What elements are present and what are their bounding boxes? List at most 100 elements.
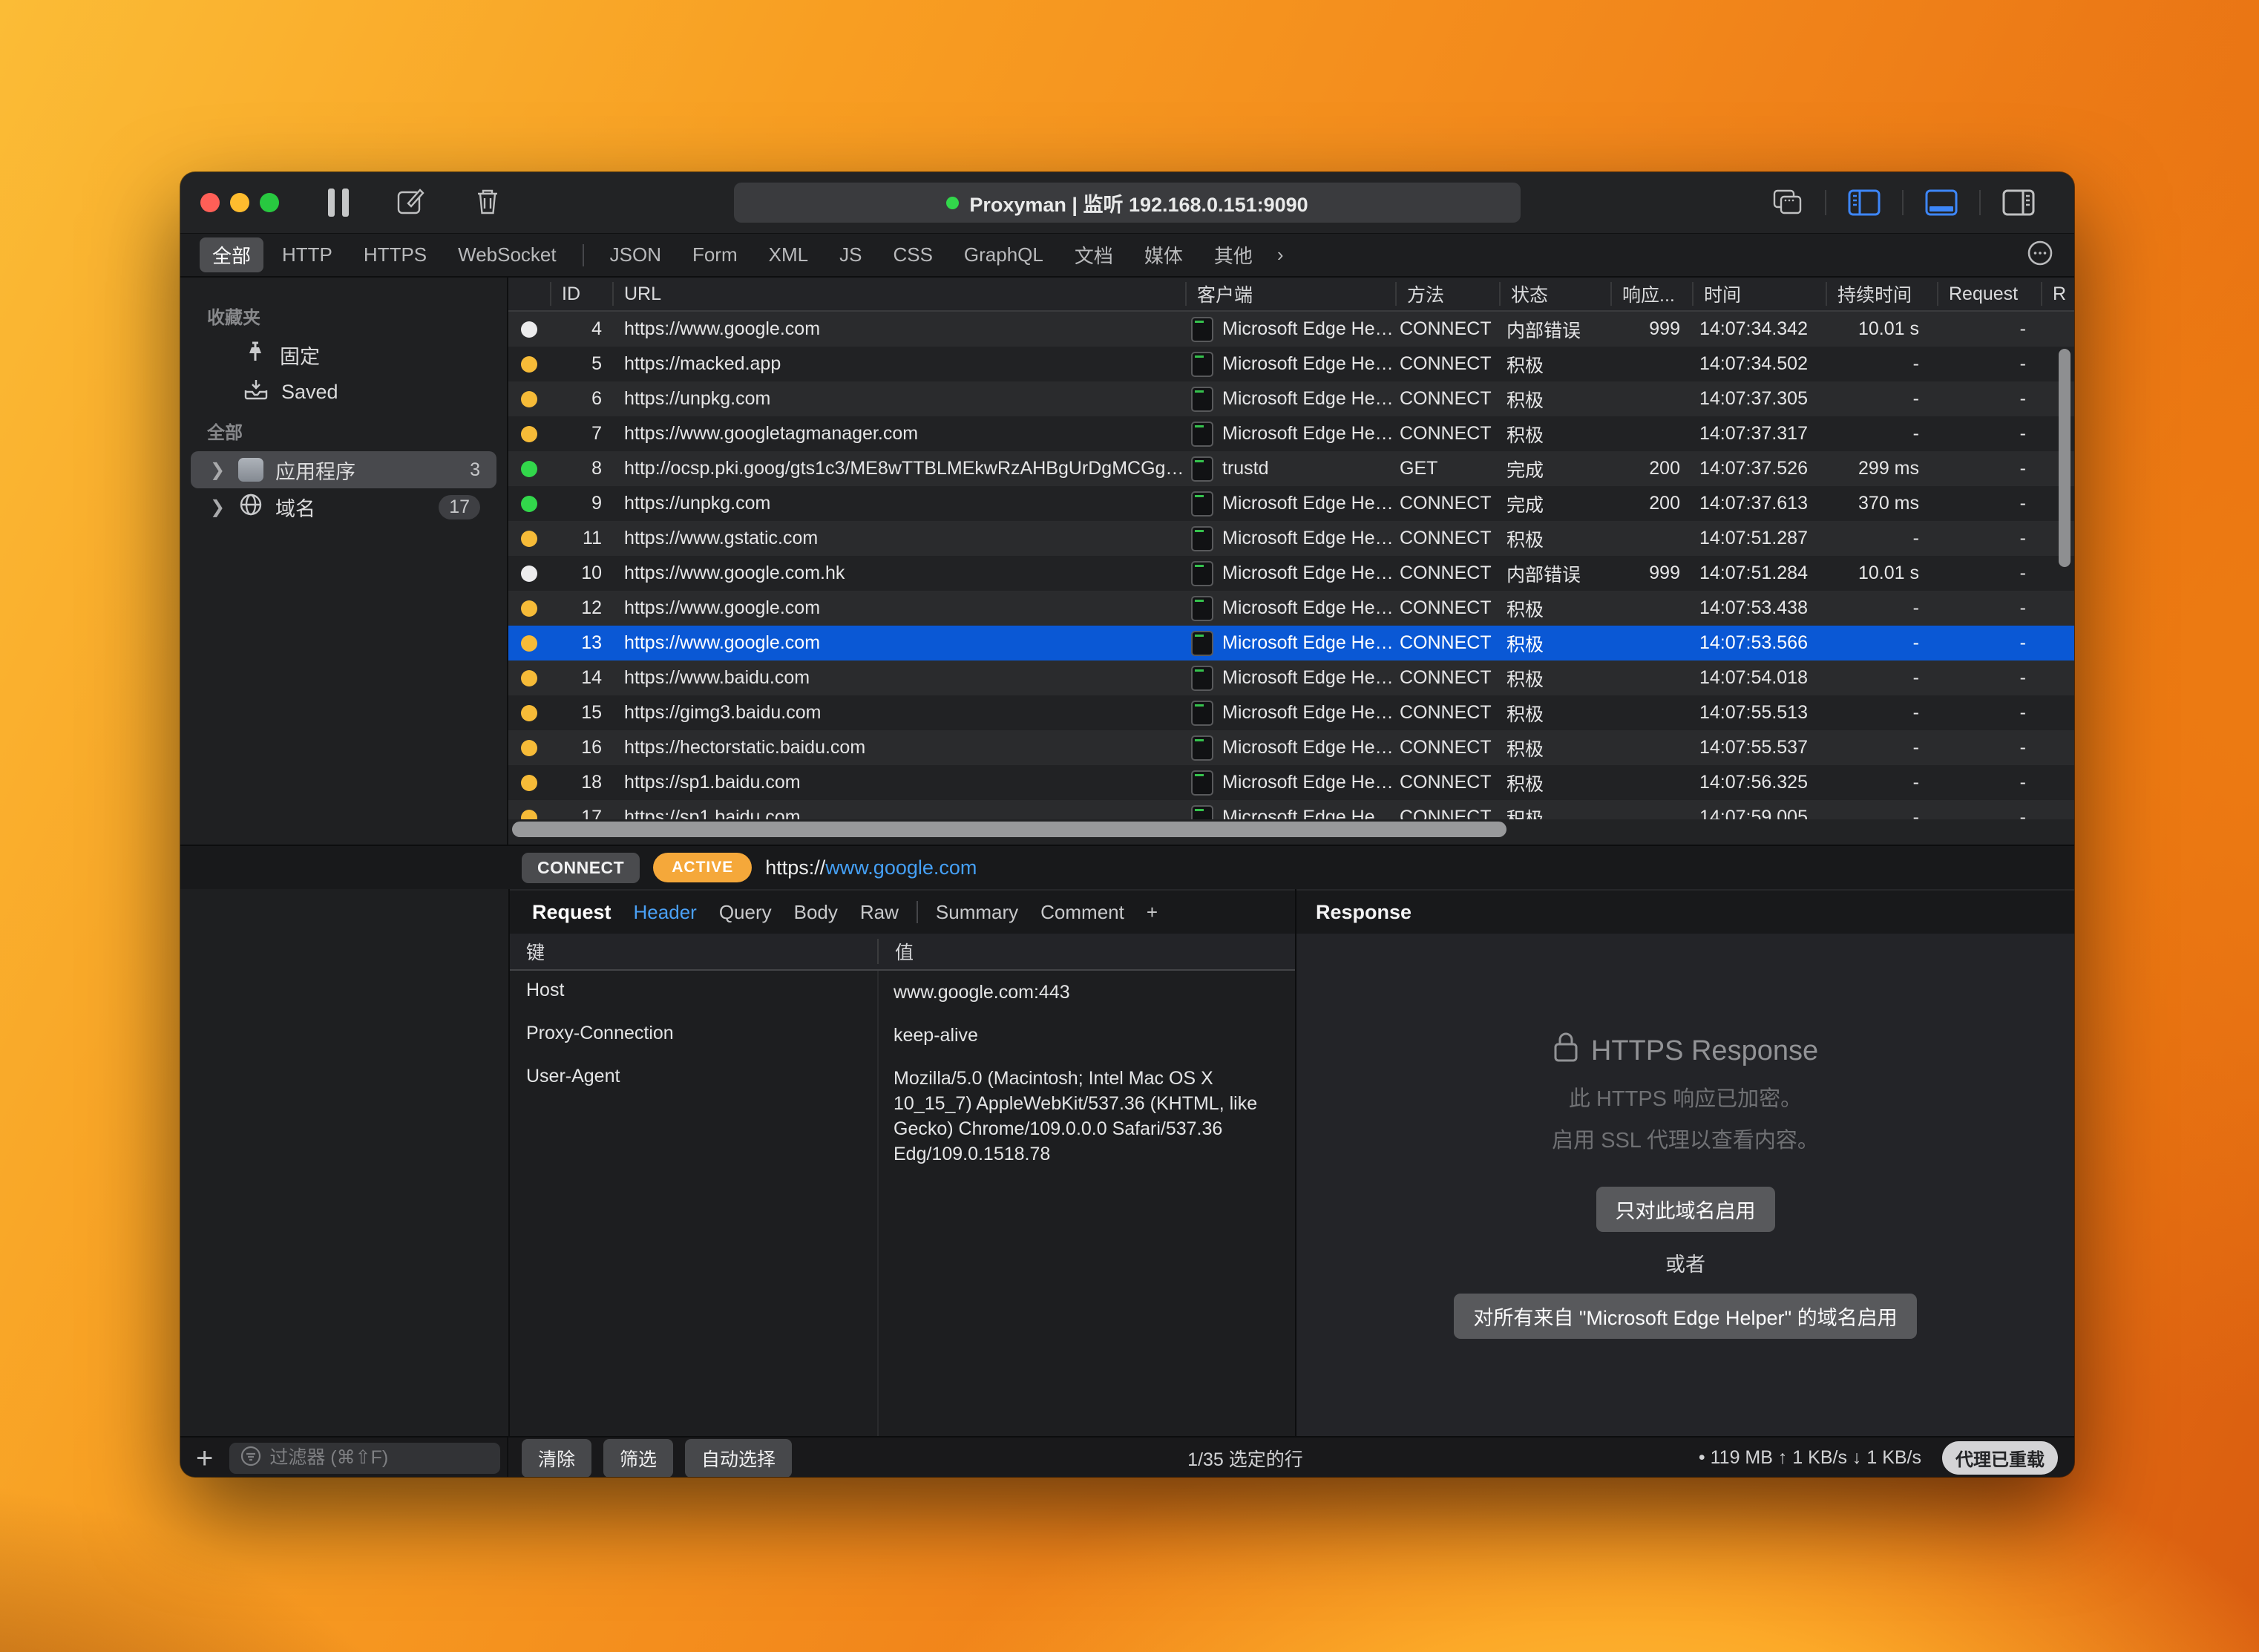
row-client: Microsoft Edge Help... [1185,631,1395,656]
header-row[interactable]: User-AgentMozilla/5.0 (Macintosh; Intel … [510,1057,1295,1176]
auto-select-button[interactable]: 自动选择 [685,1439,792,1478]
row-client: Microsoft Edge Help... [1185,491,1395,517]
detail-url-host[interactable]: www.google.com [825,856,977,879]
column-header[interactable]: 持续时间 [1826,282,1937,306]
table-row[interactable]: 8http://ocsp.pki.goog/gts1c3/ME8wTTBLMEk… [508,451,2074,486]
table-row[interactable]: 13https://www.google.comMicrosoft Edge H… [508,626,2074,661]
table-row[interactable]: 5https://macked.appMicrosoft Edge Help..… [508,347,2074,381]
compose-icon[interactable] [395,186,426,220]
tab-media[interactable]: 媒体 [1132,237,1196,272]
tab-other[interactable]: 其他 [1201,237,1265,272]
tab-http[interactable]: HTTP [269,240,345,270]
table-row[interactable]: 10https://www.google.com.hkMicrosoft Edg… [508,556,2074,591]
tab-xml[interactable]: XML [756,240,821,270]
table-row[interactable]: 4https://www.google.comMicrosoft Edge He… [508,312,2074,347]
tab-https[interactable]: HTTPS [351,240,439,270]
request-tab-request[interactable]: Request [523,898,620,927]
client-name: Microsoft Edge Help... [1222,737,1395,758]
row-cell: - [1937,772,2041,793]
tab-more[interactable]: › [1271,243,1290,266]
table-row[interactable]: 6https://unpkg.comMicrosoft Edge Help...… [508,381,2074,416]
pause-icon[interactable] [328,189,349,217]
request-tab-header[interactable]: Header [625,898,706,927]
table-row[interactable]: 9https://unpkg.comMicrosoft Edge Help...… [508,486,2074,521]
filter-input[interactable] [269,1447,490,1469]
client-name: Microsoft Edge Help... [1222,493,1395,514]
column-header[interactable]: Request [1937,282,2041,306]
tab-docs[interactable]: 文档 [1062,237,1126,272]
row-cell: CONNECT [1395,632,1499,654]
applications-count-badge: 3 [470,459,480,481]
sidebar-item-saved[interactable]: Saved [191,373,496,410]
header-row[interactable]: Hostwww.google.com:443 [510,971,1295,1014]
tab-separator [917,901,918,923]
row-cell: 14 [550,667,612,689]
header-row[interactable]: Proxy-Connectionkeep-alive [510,1014,1295,1057]
tab-form[interactable]: Form [680,240,750,270]
tab-js[interactable]: JS [827,240,874,270]
toggle-left-sidebar-icon[interactable] [1826,189,1902,217]
table-row[interactable]: 7https://www.googletagmanager.comMicroso… [508,416,2074,451]
row-cell: https://unpkg.com [612,388,1185,410]
table-row[interactable]: 17https://sp1.baidu.comMicrosoft Edge He… [508,800,2074,819]
vertical-scrollbar[interactable] [2059,349,2071,567]
column-header[interactable]: 客户端 [1185,282,1395,306]
request-tab-summary[interactable]: Summary [927,898,1027,927]
add-filter-button[interactable]: + [196,1443,213,1473]
row-cell: 9 [550,493,612,514]
request-tab-add-tab[interactable]: + [1138,898,1167,927]
row-client: Microsoft Edge Help... [1185,666,1395,691]
column-header[interactable]: URL [612,282,1185,306]
minimize-button[interactable] [230,193,249,212]
client-app-icon [1191,526,1213,551]
request-tab-body[interactable]: Body [785,898,847,927]
sidebar-filter-field[interactable] [229,1443,500,1474]
filter-button[interactable]: 筛选 [603,1439,673,1478]
toggle-right-sidebar-icon[interactable] [1981,189,2056,217]
row-cell: - [1826,737,1937,758]
table-row[interactable]: 11https://www.gstatic.comMicrosoft Edge … [508,521,2074,556]
horizontal-scrollbar[interactable] [512,822,1506,837]
table-row[interactable]: 16https://hectorstatic.baidu.comMicrosof… [508,730,2074,765]
more-options-icon[interactable] [2025,238,2055,272]
column-header[interactable]: R [2041,282,2074,306]
trash-icon[interactable] [472,186,503,220]
sidebar-item-domains[interactable]: ❯ 域名 17 [191,488,496,525]
request-tab-comment[interactable]: Comment [1032,898,1133,927]
kv-column-divider[interactable] [877,971,879,1436]
row-cell: https://gimg3.baidu.com [612,702,1185,724]
column-header[interactable]: 时间 [1692,282,1826,306]
sidebar-item-applications[interactable]: ❯ 应用程序 3 [191,451,496,488]
row-cell: GET [1395,458,1499,479]
tab-all[interactable]: 全部 [200,237,263,272]
tab-json[interactable]: JSON [597,240,674,270]
clear-button[interactable]: 清除 [522,1439,591,1478]
chevron-right-icon[interactable]: ❯ [210,459,226,481]
table-row[interactable]: 18https://sp1.baidu.comMicrosoft Edge He… [508,765,2074,800]
tab-css[interactable]: CSS [880,240,945,270]
table-row[interactable]: 12https://www.google.comMicrosoft Edge H… [508,591,2074,626]
request-tab-query[interactable]: Query [710,898,781,927]
toggle-bottom-panel-icon[interactable] [1904,189,1979,217]
row-cell: 14:07:37.526 [1692,458,1826,479]
column-header[interactable]: 状态 [1499,282,1610,306]
new-window-icon[interactable] [1751,188,1825,217]
client-name: Microsoft Edge Help... [1222,563,1395,584]
row-cell: CONNECT [1395,667,1499,689]
request-tab-raw[interactable]: Raw [851,898,908,927]
tab-websocket[interactable]: WebSocket [445,240,568,270]
close-button[interactable] [200,193,220,212]
zoom-button[interactable] [260,193,279,212]
column-header[interactable]: 响应... [1610,282,1692,306]
column-header[interactable]: ID [550,282,612,306]
client-name: Microsoft Edge Help... [1222,597,1395,619]
table-row[interactable]: 15https://gimg3.baidu.comMicrosoft Edge … [508,695,2074,730]
sidebar-item-pinned[interactable]: 固定 [191,336,496,373]
column-header[interactable]: 方法 [1395,282,1499,306]
table-row[interactable]: 14https://www.baidu.comMicrosoft Edge He… [508,661,2074,695]
tab-separator [583,244,584,266]
enable-ssl-domain-button[interactable]: 只对此域名启用 [1596,1187,1775,1232]
chevron-right-icon[interactable]: ❯ [210,496,226,518]
tab-graphql[interactable]: GraphQL [951,240,1056,270]
enable-ssl-all-button[interactable]: 对所有来自 "Microsoft Edge Helper" 的域名启用 [1454,1294,1916,1339]
